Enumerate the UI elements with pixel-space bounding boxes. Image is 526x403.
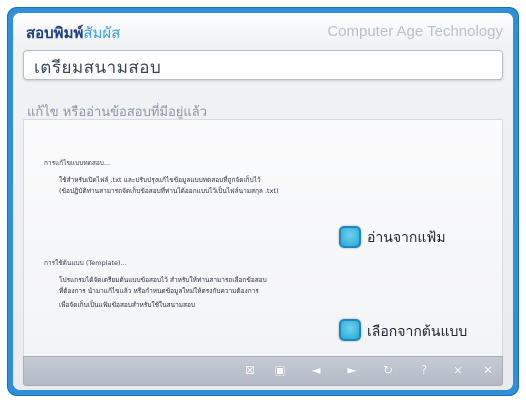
app-title: สอบพิมพ์สัมผัส xyxy=(26,21,120,45)
option-file-heading: การแก้ไขแบบทดสอบ... xyxy=(44,159,111,167)
choose-template-button[interactable] xyxy=(339,319,361,341)
minimize-icon[interactable]: ⨯ xyxy=(450,362,466,378)
app-title-main: สอบพิมพ์ xyxy=(26,24,84,42)
option-template-line2: ที่ต้องการ นำมาแก้ไขแล้ว หรือกำหนดข้อมูล… xyxy=(59,287,259,295)
option-template-line1: โปรแกรมได้จัดเตรียมต้นแบบข้อสอบไว้ สำหรั… xyxy=(59,276,267,284)
bottom-toolbar: ⊠ ▣ ◄ ► ↻ ? ⨯ ✕ xyxy=(23,356,503,386)
next-icon[interactable]: ► xyxy=(344,362,360,378)
close-box-icon[interactable]: ⊠ xyxy=(242,362,258,378)
exit-icon[interactable]: ✕ xyxy=(480,362,496,378)
app-window: สอบพิมพ์สัมผัส Computer Age Technology เ… xyxy=(7,7,519,396)
option-template-heading: การใช้ต้นแบบ (Template)... xyxy=(44,259,127,267)
page-title: เตรียมสนามสอบ xyxy=(34,58,162,78)
refresh-icon[interactable]: ↻ xyxy=(380,362,396,378)
header-bar: สอบพิมพ์สัมผัส Computer Age Technology xyxy=(13,13,513,47)
save-icon[interactable]: ▣ xyxy=(272,362,288,378)
open-file-label[interactable]: อ่านจากแฟ้ม xyxy=(367,227,446,249)
page-title-box: เตรียมสนามสอบ xyxy=(23,50,503,80)
window-frame: สอบพิมพ์สัมผัส Computer Age Technology เ… xyxy=(13,13,513,390)
choose-template-label[interactable]: เลือกจากต้นแบบ xyxy=(367,321,467,343)
open-file-button[interactable] xyxy=(339,226,361,248)
option-template-line3: เพื่อจัดเก็บเป็นแฟ้มข้อสอบสำหรับใช้ในสนา… xyxy=(59,301,195,309)
company-name: Computer Age Technology xyxy=(327,23,503,40)
option-file-line2: (ข้อปฏิบัติท่านสามารถจัดเก็บข้อสอบที่ท่า… xyxy=(59,187,279,195)
content-panel: การแก้ไขแบบทดสอบ... ใช้สำหรับเปิดไฟล์ .t… xyxy=(23,119,503,357)
option-file-line1: ใช้สำหรับเปิดไฟล์ .txt และปรับปรุงแก้ไขข… xyxy=(59,176,261,184)
prev-icon[interactable]: ◄ xyxy=(308,362,324,378)
app-title-accent: สัมผัส xyxy=(83,24,121,42)
help-icon[interactable]: ? xyxy=(416,362,432,378)
